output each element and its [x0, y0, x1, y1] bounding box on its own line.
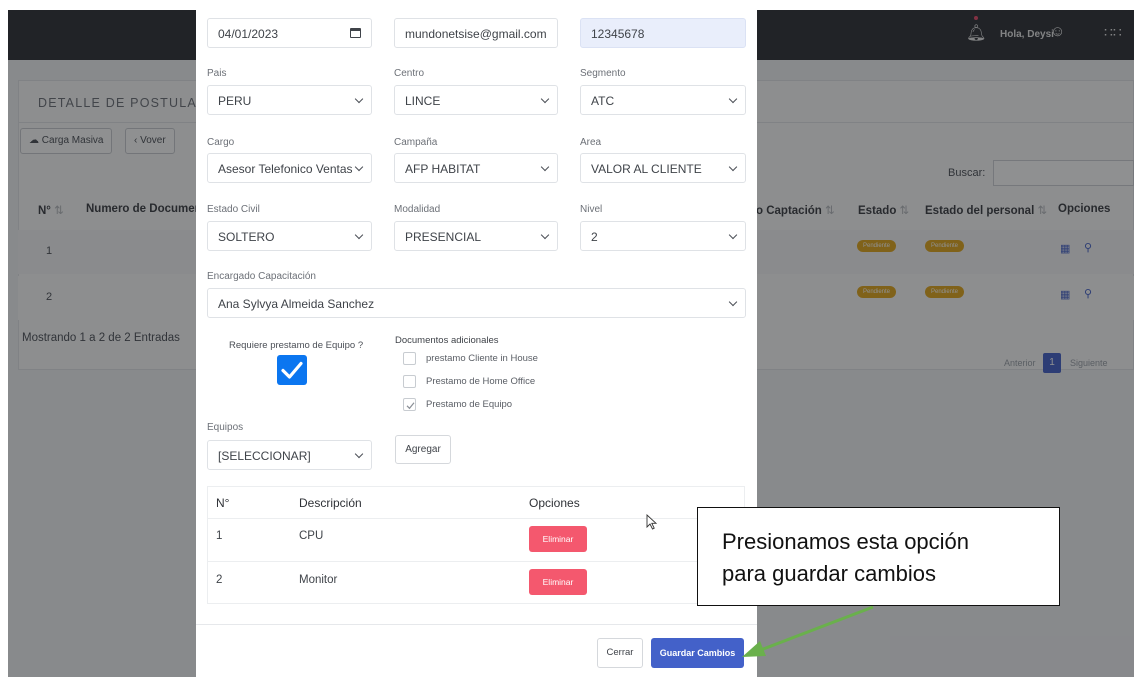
- agregar-button[interactable]: Agregar: [395, 435, 451, 464]
- pais-select[interactable]: PERU: [207, 85, 372, 115]
- chevron-down-icon: [540, 162, 550, 172]
- estado-civil-select[interactable]: SOLTERO: [207, 221, 372, 251]
- modal-footer-divider: [196, 624, 757, 625]
- encargado-select[interactable]: Ana Sylvya Almeida Sanchez: [207, 288, 746, 318]
- cerrar-button[interactable]: Cerrar: [597, 638, 643, 668]
- mouse-cursor-icon: [646, 514, 658, 530]
- table-divider: [207, 561, 745, 562]
- checkbox[interactable]: [403, 352, 416, 365]
- chevron-down-icon: [354, 449, 364, 459]
- eliminar-button[interactable]: Eliminar: [529, 526, 587, 552]
- annotation-line-2: para guardar cambios: [722, 561, 937, 586]
- encargado-label: Encargado Capacitación: [207, 271, 316, 282]
- chevron-down-icon: [728, 297, 738, 307]
- eliminar-button[interactable]: Eliminar: [529, 569, 587, 595]
- modalidad-label: Modalidad: [394, 204, 441, 215]
- row-descripcion: Monitor: [299, 574, 338, 586]
- check-icon: [281, 361, 303, 379]
- table-divider: [207, 518, 745, 519]
- pais-label: Pais: [207, 68, 227, 79]
- estado-civil-label: Estado Civil: [207, 204, 260, 215]
- equipos-label: Equipos: [207, 422, 244, 433]
- area-label: Area: [580, 137, 602, 148]
- chevron-down-icon: [540, 230, 550, 240]
- cargo-select[interactable]: Asesor Telefonico Ventas: [207, 153, 372, 183]
- annotation-callout: Presionamos esta opción para guardar cam…: [697, 507, 1060, 606]
- chevron-down-icon: [540, 94, 550, 104]
- row-number: 1: [216, 530, 223, 542]
- modalidad-select[interactable]: PRESENCIAL: [394, 221, 558, 251]
- email-input[interactable]: mundonetsise@gmail.com: [394, 18, 558, 48]
- nivel-select[interactable]: 2: [580, 221, 746, 251]
- checkbox[interactable]: [403, 375, 416, 388]
- equipos-table: [207, 486, 745, 604]
- centro-label: Centro: [394, 68, 425, 79]
- area-select[interactable]: VALOR AL CLIENTE: [580, 153, 746, 183]
- campana-label: Campaña: [394, 137, 438, 148]
- documentos-label: Documentos adicionales: [395, 335, 499, 346]
- requiere-prestamo-checkbox[interactable]: [277, 355, 307, 385]
- telefono-input[interactable]: 12345678: [580, 18, 746, 48]
- chevron-down-icon: [728, 162, 738, 172]
- equipos-select[interactable]: [SELECCIONAR]: [207, 440, 372, 470]
- row-number: 2: [216, 574, 223, 586]
- table-header-n: N°: [216, 496, 230, 510]
- chevron-down-icon: [354, 94, 364, 104]
- checkbox-checked[interactable]: [403, 398, 416, 411]
- segmento-select[interactable]: ATC: [580, 85, 746, 115]
- segmento-label: Segmento: [580, 68, 626, 79]
- table-header-descripcion: Descripción: [299, 496, 362, 510]
- fecha-input[interactable]: 04/01/2023: [207, 18, 372, 48]
- check-icon: [406, 402, 415, 410]
- edit-modal: 04/01/2023 mundonetsise@gmail.com 123456…: [196, 0, 757, 677]
- screen: 🔔︎ Hola, Deysi ☺ ∷∷ DETALLE DE POSTULA ☁…: [0, 0, 1134, 677]
- chevron-down-icon: [728, 230, 738, 240]
- table-header-opciones: Opciones: [529, 496, 580, 510]
- cargo-label: Cargo: [207, 137, 235, 148]
- calendar-icon[interactable]: [350, 28, 361, 38]
- centro-select[interactable]: LINCE: [394, 85, 558, 115]
- chevron-down-icon: [354, 230, 364, 240]
- campana-select[interactable]: AFP HABITAT: [394, 153, 558, 183]
- guardar-cambios-button[interactable]: Guardar Cambios: [651, 638, 744, 668]
- row-descripcion: CPU: [299, 530, 324, 542]
- annotation-line-1: Presionamos esta opción: [722, 529, 970, 554]
- chevron-down-icon: [354, 162, 364, 172]
- nivel-label: Nivel: [580, 204, 603, 215]
- chevron-down-icon: [728, 94, 738, 104]
- requiere-prestamo-label: Requiere prestamo de Equipo ?: [229, 340, 364, 351]
